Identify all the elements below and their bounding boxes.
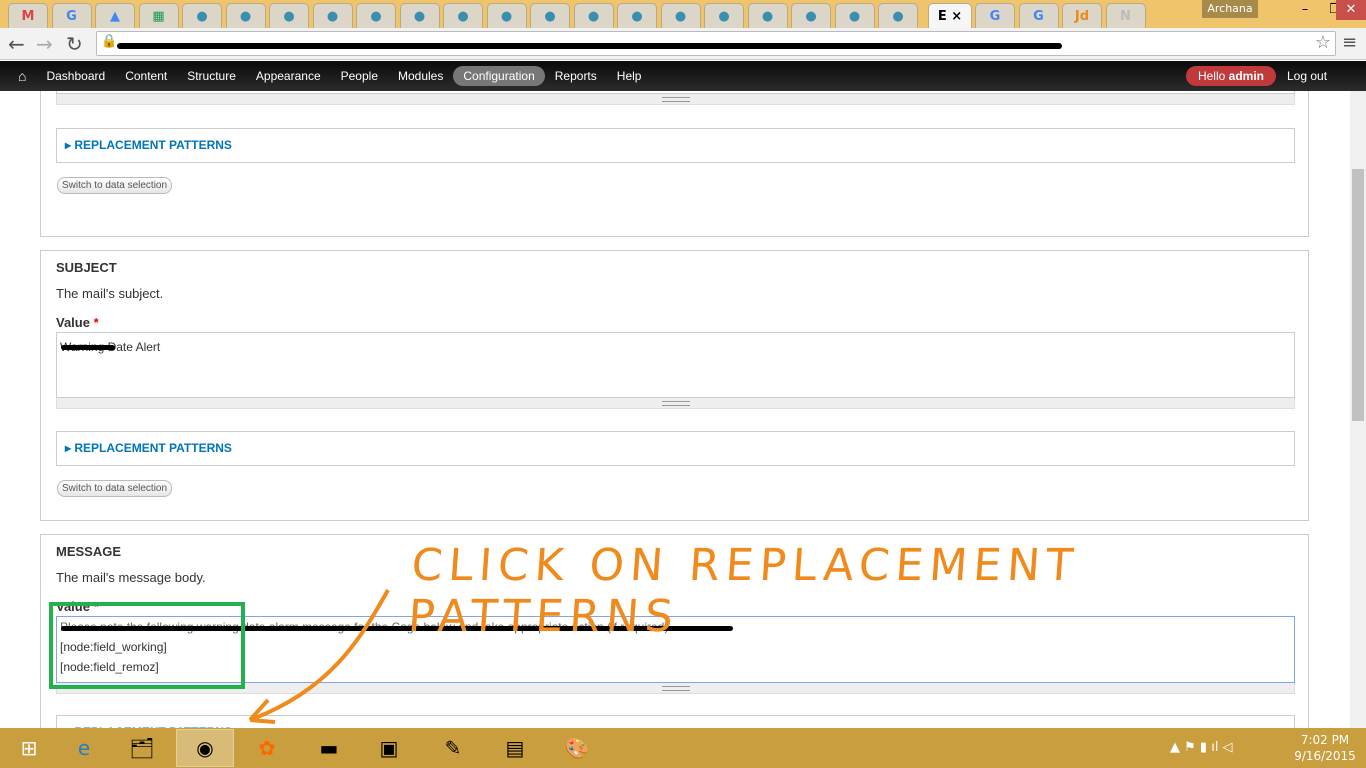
xampp-icon[interactable]: ✿ [238, 729, 296, 767]
clock[interactable]: 7:02 PM 9/16/2015 [1290, 732, 1360, 764]
subject-redaction [61, 345, 115, 350]
logout-link[interactable]: Log out [1287, 69, 1327, 83]
notes-icon[interactable]: ▤ [486, 729, 544, 767]
scrollbar-thumb[interactable] [1352, 169, 1364, 421]
message-description: The mail's message body. [56, 570, 206, 585]
browser-tab-gmail[interactable]: M [8, 3, 48, 28]
taskbar: ⊞ e 🗂 ◉ ✿ ▬ ▣ ✎ ▤ 🎨 ▲ ⚑ ▮ ıl ◁ 7:02 PM 9/… [0, 728, 1366, 768]
switch-to-data-selection-button[interactable]: Switch to data selection [57, 480, 173, 497]
message-value-label: Value * [56, 599, 99, 614]
textarea-resize-grip[interactable] [56, 683, 1295, 694]
hello-text: Hello [1197, 69, 1226, 83]
switch-to-data-selection-button[interactable]: Switch to data selection [57, 177, 173, 194]
browser-tab-active[interactable]: E × [928, 3, 972, 28]
cmd-icon[interactable]: ▬ [300, 729, 358, 767]
home-icon[interactable]: ⌂ [18, 68, 26, 84]
toolbar-item-dashboard[interactable]: Dashboard [46, 69, 105, 83]
browser-tab-drupal[interactable]: ● [791, 3, 831, 28]
active-tab-title: E [937, 8, 947, 24]
browser-tab-drupal[interactable]: ● [834, 3, 875, 28]
replacement-patterns-toggle[interactable]: ▸ REPLACEMENT PATTERNS [56, 431, 1295, 466]
explorer-icon[interactable]: 🗂 [113, 729, 171, 767]
toolbar-item-people[interactable]: People [341, 69, 378, 83]
browser-tab-jd[interactable]: Jd [1062, 3, 1102, 28]
toolbar-item-help[interactable]: Help [617, 69, 642, 83]
notepad-plus-icon[interactable]: ✎ [424, 729, 482, 767]
admin-toolbar: ⌂ Dashboard Content Structure Appearance Peo… [0, 61, 1366, 91]
url-redaction [117, 43, 1062, 49]
menu-icon[interactable]: ≡ [1342, 32, 1357, 53]
control-panel-icon[interactable]: ▣ [360, 729, 418, 767]
close-tab-icon[interactable]: × [951, 9, 962, 24]
required-marker: * [93, 599, 99, 614]
profile-button[interactable]: Archana [1202, 0, 1258, 18]
star-icon[interactable]: ☆ [1315, 32, 1331, 53]
previous-fieldset: ▸ REPLACEMENT PATTERNS Switch to data se… [40, 91, 1309, 237]
subject-input[interactable]: Warning Date Alert [56, 332, 1295, 398]
browser-tab-drupal[interactable]: ● [617, 3, 657, 28]
forward-icon[interactable]: → [36, 32, 53, 56]
toolbar-item-modules[interactable]: Modules [398, 69, 443, 83]
reload-icon[interactable]: ↻ [66, 32, 83, 56]
time: 7:02 PM [1300, 733, 1350, 747]
start-button[interactable]: ⊞ [0, 729, 58, 767]
browser-tab-drupal[interactable]: ● [486, 3, 527, 28]
toolbar-item-reports[interactable]: Reports [555, 69, 597, 83]
replacement-patterns-label: REPLACEMENT PATTERNS [74, 138, 232, 152]
toolbar-item-content[interactable]: Content [125, 69, 167, 83]
date: 9/16/2015 [1294, 749, 1356, 763]
browser-tab-page[interactable]: N [1105, 3, 1146, 28]
chrome-icon[interactable]: ◉ [176, 729, 234, 767]
browser-tab-drupal[interactable]: ● [312, 3, 353, 28]
browser-tab-drupal[interactable]: ● [356, 3, 396, 28]
replacement-patterns-label: REPLACEMENT PATTERNS [74, 441, 232, 455]
username: admin [1228, 69, 1265, 83]
replacement-patterns-toggle[interactable]: ▸ REPLACEMENT PATTERNS [56, 128, 1295, 163]
browser-tab-drive[interactable]: ▲ [95, 3, 135, 28]
lock-warning-icon: 🔒 [101, 34, 118, 49]
close-window-button[interactable]: ✕ [1336, 0, 1366, 20]
textarea-resize-grip[interactable] [56, 398, 1295, 409]
subject-description: The mail's subject. [56, 286, 164, 301]
browser-tab-drupal[interactable]: ● [269, 3, 309, 28]
browser-tab-drupal[interactable]: ● [443, 3, 483, 28]
toolbar-item-appearance[interactable]: Appearance [256, 69, 321, 83]
system-tray[interactable]: ▲ ⚑ ▮ ıl ◁ [1170, 740, 1233, 755]
browser-tab-google[interactable]: G [51, 3, 92, 28]
back-icon[interactable]: ← [8, 32, 25, 56]
address-bar-area: ← → ↻ 🔒 ☆ ≡ [0, 28, 1366, 60]
toolbar-item-configuration[interactable]: Configuration [453, 66, 545, 86]
browser-tab-drupal[interactable]: ● [182, 3, 222, 28]
message-legend: MESSAGE [56, 544, 122, 559]
message-line: [node:field_remoz] [60, 660, 159, 674]
browser-tab-drupal[interactable]: ● [704, 3, 744, 28]
hello-user-badge[interactable]: Hello admin [1186, 66, 1276, 86]
textarea-resize-grip[interactable] [56, 94, 1295, 105]
subject-value-label: Value * [56, 315, 99, 330]
browser-tab-sheets[interactable]: ▦ [138, 3, 179, 28]
minimize-button[interactable]: – [1290, 0, 1320, 20]
browser-tab-drupal[interactable]: ● [573, 3, 614, 28]
browser-tab-drupal[interactable]: ● [747, 3, 788, 28]
browser-tab-google[interactable]: G [975, 3, 1015, 28]
tab-bar: M G ▲ ▦ ● ● ● ● ● ● ● ● ● ● ● ● ● ● ● ● ● E × G G Jd N Archana – … [0, 0, 1366, 28]
subject-legend: SUBJECT [56, 260, 117, 275]
browser-tab-drupal[interactable]: ● [399, 3, 440, 28]
replacement-patterns-toggle[interactable]: ▸ REPLACEMENT PATTERNS [56, 715, 1295, 728]
toolbar-item-structure[interactable]: Structure [187, 69, 236, 83]
url-input[interactable]: 🔒 ☆ [96, 31, 1336, 56]
annotation-text: CLICK ON REPLACEMENT PATTERNS [406, 540, 1081, 642]
required-marker: * [93, 315, 99, 330]
browser-tab-drupal[interactable]: ● [660, 3, 701, 28]
subject-fieldset: SUBJECT The mail's subject. Value * Warn… [40, 250, 1309, 521]
browser-tab-drupal[interactable]: ● [530, 3, 570, 28]
paint-icon[interactable]: 🎨 [548, 729, 606, 767]
browser-tab-drupal[interactable]: ● [225, 3, 266, 28]
browser-tab-drupal[interactable]: ● [878, 3, 918, 28]
browser-tab-google[interactable]: G [1018, 3, 1059, 28]
ie-icon[interactable]: e [55, 729, 113, 767]
